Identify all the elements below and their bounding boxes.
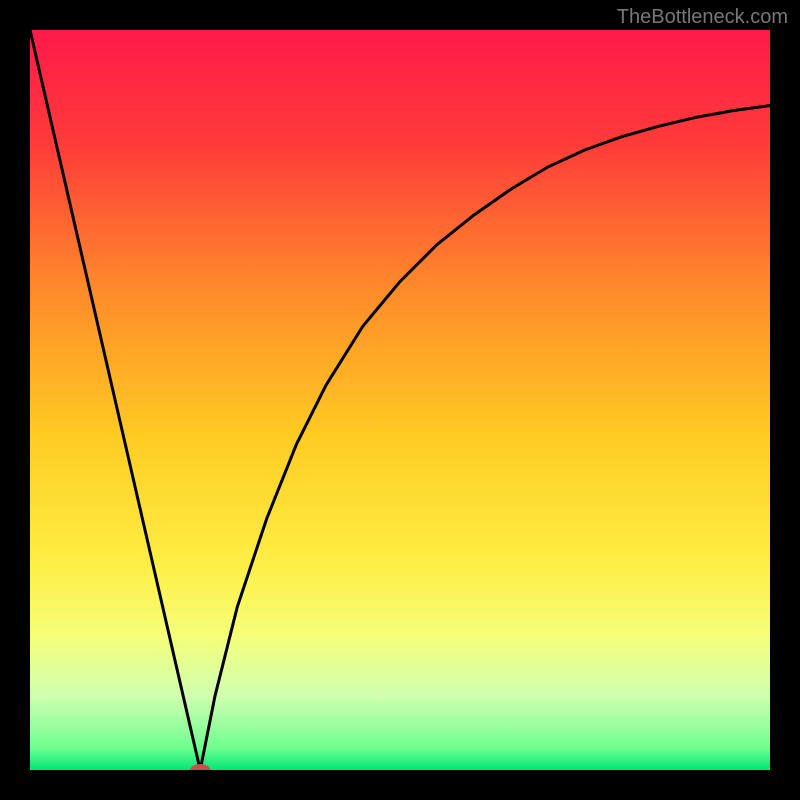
gradient-background — [30, 30, 770, 770]
watermark-text: TheBottleneck.com — [617, 6, 788, 29]
plot-area — [30, 30, 770, 770]
chart-container: TheBottleneck.com — [0, 0, 800, 800]
chart-svg — [30, 30, 770, 770]
